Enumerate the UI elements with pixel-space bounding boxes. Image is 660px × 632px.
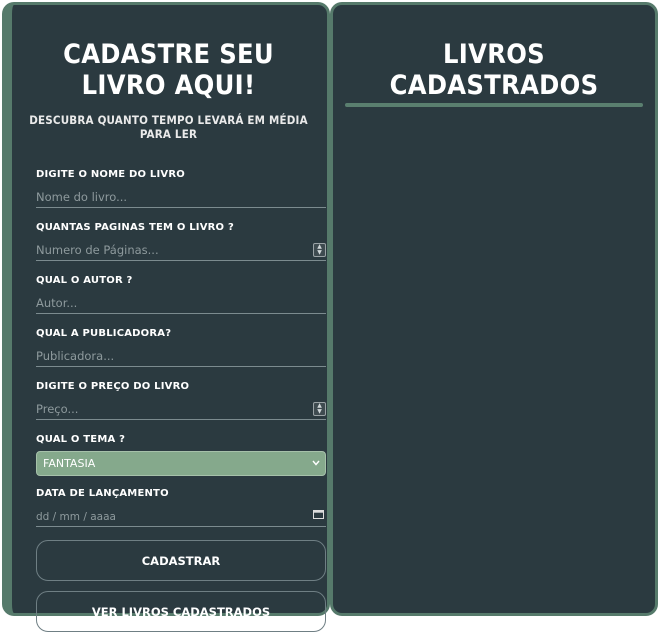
price-spinner[interactable]: ▲ ▼ bbox=[313, 402, 326, 416]
release-date-label: DATA DE LANÇAMENTO bbox=[36, 488, 169, 499]
publisher-input[interactable] bbox=[36, 346, 326, 366]
form-title: CADASTRE SEU LIVRO AQUI! bbox=[63, 39, 274, 101]
author-label: QUAL O AUTOR ? bbox=[36, 275, 133, 286]
theme-label: QUAL O TEMA ? bbox=[36, 434, 126, 445]
list-title: LIVROS CADASTRADOS bbox=[389, 39, 599, 101]
chevron-down-icon bbox=[312, 460, 320, 466]
theme-select[interactable]: FANTASIA bbox=[36, 451, 326, 476]
book-name-input[interactable] bbox=[36, 187, 326, 207]
registered-books-panel: LIVROS CADASTRADOS bbox=[330, 2, 658, 616]
author-input[interactable] bbox=[36, 293, 326, 313]
book-name-label: DIGITE O NOME DO LIVRO bbox=[36, 169, 185, 180]
calendar-icon[interactable] bbox=[313, 509, 324, 519]
price-input[interactable] bbox=[36, 399, 326, 419]
publisher-field: QUAL A PUBLICADORA? bbox=[36, 328, 326, 367]
pages-field: QUANTAS PAGINAS TEM O LIVRO ? ▲▼ bbox=[36, 222, 326, 261]
list-divider bbox=[345, 103, 643, 107]
register-form-panel: CADASTRE SEU LIVRO AQUI! DESCUBRA QUANTO… bbox=[2, 2, 330, 632]
book-name-field: DIGITE O NOME DO LIVRO bbox=[36, 169, 326, 208]
register-button[interactable]: CADASTRAR bbox=[36, 540, 326, 581]
release-date-field: DATA DE LANÇAMENTO bbox=[36, 488, 326, 527]
price-label: DIGITE O PREÇO DO LIVRO bbox=[36, 381, 190, 392]
release-date-input[interactable] bbox=[36, 507, 326, 527]
view-books-button[interactable]: VER LIVROS CADASTRADOS bbox=[36, 591, 326, 632]
pages-spinner[interactable]: ▲ ▼ bbox=[313, 243, 326, 257]
author-field: QUAL O AUTOR ? bbox=[36, 275, 326, 314]
theme-field: QUAL O TEMA ? FANTASIA bbox=[36, 434, 326, 476]
pages-label: QUANTAS PAGINAS TEM O LIVRO ? bbox=[36, 222, 234, 233]
theme-selected-value: FANTASIA bbox=[43, 457, 96, 470]
pages-input[interactable] bbox=[36, 240, 326, 260]
publisher-label: QUAL A PUBLICADORA? bbox=[36, 328, 172, 339]
form-subtitle: DESCUBRA QUANTO TEMPO LEVARÁ EM MÉDIA PA… bbox=[29, 113, 308, 141]
price-field: DIGITE O PREÇO DO LIVRO ▲▼ bbox=[36, 381, 326, 420]
